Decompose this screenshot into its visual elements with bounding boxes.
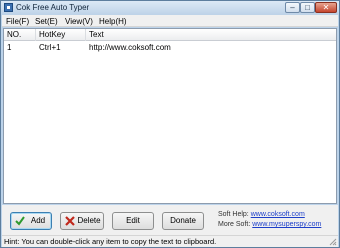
window-title: Cok Free Auto Typer	[16, 3, 90, 12]
status-hint: Hint: You can double-click any item to c…	[4, 237, 217, 246]
column-header-no[interactable]: NO.	[4, 29, 36, 41]
minimize-button[interactable]: –	[285, 2, 300, 13]
list-header: NO. HotKey Text	[4, 29, 336, 41]
close-button[interactable]: ✕	[315, 2, 337, 13]
column-header-hotkey[interactable]: HotKey	[36, 29, 86, 41]
app-window: Cok Free Auto Typer – □ ✕ File(F) Set(E)…	[0, 0, 340, 248]
cell-hotkey: Ctrl+1	[39, 43, 61, 52]
app-icon	[4, 3, 13, 12]
cell-no: 1	[7, 43, 12, 52]
list-item[interactable]: 1 Ctrl+1 http://www.coksoft.com	[4, 42, 336, 53]
donate-button[interactable]: Donate	[162, 212, 204, 230]
menu-bar: File(F) Set(E) View(V) Help(H)	[2, 15, 338, 27]
maximize-button[interactable]: □	[300, 2, 315, 13]
delete-button[interactable]: Delete	[60, 212, 104, 230]
column-header-text[interactable]: Text	[86, 29, 336, 41]
more-soft-row: More Soft: www.mysuperspy.com	[218, 221, 321, 228]
more-soft-label: More Soft:	[218, 221, 251, 228]
cell-text: http://www.coksoft.com	[89, 43, 171, 52]
status-bar: Hint: You can double-click any item to c…	[2, 235, 338, 247]
action-panel: Add Delete Edit Donate Soft Help: www.co…	[2, 205, 338, 235]
title-bar[interactable]: Cok Free Auto Typer – □ ✕	[1, 1, 339, 15]
x-icon	[65, 216, 75, 226]
soft-help-label: Soft Help:	[218, 211, 249, 218]
soft-help-row: Soft Help: www.coksoft.com	[218, 211, 305, 218]
add-button[interactable]: Add	[10, 212, 52, 230]
item-list[interactable]: NO. HotKey Text 1 Ctrl+1 http://www.coks…	[3, 28, 337, 204]
menu-view[interactable]: View(V)	[65, 17, 93, 26]
resize-grip-icon[interactable]	[329, 238, 337, 246]
menu-set[interactable]: Set(E)	[35, 17, 58, 26]
menu-file[interactable]: File(F)	[6, 17, 29, 26]
edit-button[interactable]: Edit	[112, 212, 154, 230]
menu-help[interactable]: Help(H)	[99, 17, 127, 26]
check-icon	[15, 216, 25, 226]
more-soft-link[interactable]: www.mysuperspy.com	[252, 221, 321, 228]
soft-help-link[interactable]: www.coksoft.com	[251, 211, 305, 218]
